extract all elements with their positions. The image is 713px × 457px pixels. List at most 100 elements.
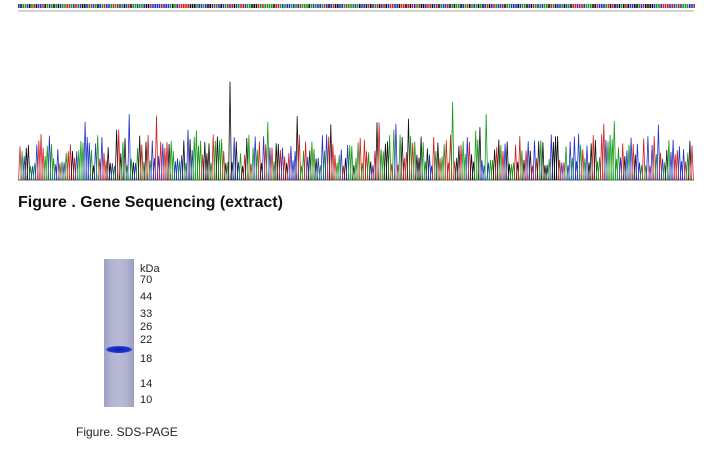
base-call-mark <box>189 4 192 8</box>
marker-label: 33 <box>140 308 153 320</box>
base-call-mark <box>565 4 568 8</box>
base-call-mark <box>526 4 528 8</box>
base-call-mark <box>381 4 383 8</box>
base-call-mark <box>609 4 612 8</box>
base-call-mark <box>321 4 324 8</box>
base-call-mark <box>343 4 346 8</box>
base-call-mark <box>176 4 178 8</box>
marker-label: 10 <box>140 394 153 406</box>
base-call-mark <box>240 4 242 8</box>
base-call-mark <box>645 4 647 8</box>
base-call-mark <box>649 4 651 8</box>
base-call-mark <box>475 4 478 8</box>
marker-label: 44 <box>140 291 153 303</box>
base-call-mark <box>213 4 216 8</box>
base-call-mark <box>431 4 434 8</box>
base-call-mark <box>141 4 143 8</box>
base-call-mark <box>561 4 563 8</box>
base-call-mark <box>583 4 585 8</box>
base-call-mark <box>279 4 282 8</box>
base-call-mark <box>634 4 636 8</box>
base-call-mark <box>128 4 130 8</box>
base-call-mark <box>416 4 418 8</box>
base-call-mark <box>442 4 445 8</box>
base-call-mark <box>530 4 533 8</box>
base-call-mark <box>629 4 632 8</box>
base-call-mark <box>574 4 577 8</box>
base-call-mark <box>436 4 438 8</box>
base-call-mark <box>673 4 676 8</box>
base-call-mark <box>145 4 148 8</box>
base-call-mark <box>249 4 251 8</box>
base-call-mark <box>552 4 555 8</box>
base-call-mark <box>326 4 328 8</box>
base-call-mark <box>653 4 656 8</box>
base-call-mark <box>253 4 255 8</box>
base-call-mark <box>392 4 394 8</box>
base-call-mark <box>444 4 447 8</box>
base-call-mark <box>350 4 352 8</box>
base-call-mark <box>198 4 200 8</box>
sds-page-caption: Figure. SDS-PAGE <box>76 425 178 439</box>
base-call-mark <box>535 4 537 8</box>
base-call-mark <box>513 4 515 8</box>
base-call-mark <box>675 4 678 8</box>
base-call-mark <box>651 4 654 8</box>
base-call-mark <box>682 4 684 8</box>
base-call-mark <box>636 4 638 8</box>
base-call-mark <box>372 4 374 8</box>
base-call-mark <box>389 4 392 8</box>
base-call-mark <box>231 4 233 8</box>
base-call-mark <box>614 4 616 8</box>
base-call-mark <box>640 4 643 8</box>
base-call-mark <box>616 4 618 8</box>
base-call-mark <box>370 4 372 8</box>
base-call-mark <box>486 4 489 8</box>
base-call-mark <box>150 4 152 8</box>
base-call-mark <box>581 4 583 8</box>
base-call-mark <box>297 4 299 8</box>
base-call-mark <box>559 4 561 8</box>
base-call-mark <box>469 4 471 8</box>
base-call-mark <box>125 4 128 8</box>
base-call-mark <box>139 4 141 8</box>
base-call-mark <box>363 4 365 8</box>
base-call-mark <box>662 4 665 8</box>
base-call-mark <box>519 4 522 8</box>
base-call-mark <box>180 4 183 8</box>
base-call-mark <box>185 4 187 8</box>
base-call-mark <box>400 4 403 8</box>
base-call-mark <box>587 4 590 8</box>
base-call-mark <box>647 4 649 8</box>
base-call-mark <box>495 4 497 8</box>
base-call-mark <box>244 4 247 8</box>
base-call-mark <box>471 4 473 8</box>
base-call-mark <box>438 4 440 8</box>
gel-lane <box>104 259 134 407</box>
base-call-mark <box>433 4 436 8</box>
base-call-mark <box>548 4 550 8</box>
base-call-mark <box>539 4 541 8</box>
base-call-mark <box>667 4 669 8</box>
base-call-mark <box>233 4 236 8</box>
base-call-mark <box>295 4 297 8</box>
base-call-mark <box>642 4 645 8</box>
base-call-mark <box>625 4 627 8</box>
base-call-mark <box>33 4 35 8</box>
base-call-mark <box>557 4 559 8</box>
base-call-mark <box>491 4 493 8</box>
base-call-mark <box>251 4 253 8</box>
base-call-mark <box>68 4 71 8</box>
marker-label: 18 <box>140 353 153 365</box>
base-call-mark <box>229 4 231 8</box>
base-call-mark <box>484 4 486 8</box>
base-call-mark <box>70 4 73 8</box>
base-call-mark <box>304 4 306 8</box>
base-call-mark <box>532 4 535 8</box>
base-call-mark <box>330 4 332 8</box>
base-call-mark <box>266 4 269 8</box>
base-call-mark <box>409 4 412 8</box>
base-call-mark <box>95 4 97 8</box>
base-call-mark <box>337 4 339 8</box>
base-call-mark <box>451 4 453 8</box>
